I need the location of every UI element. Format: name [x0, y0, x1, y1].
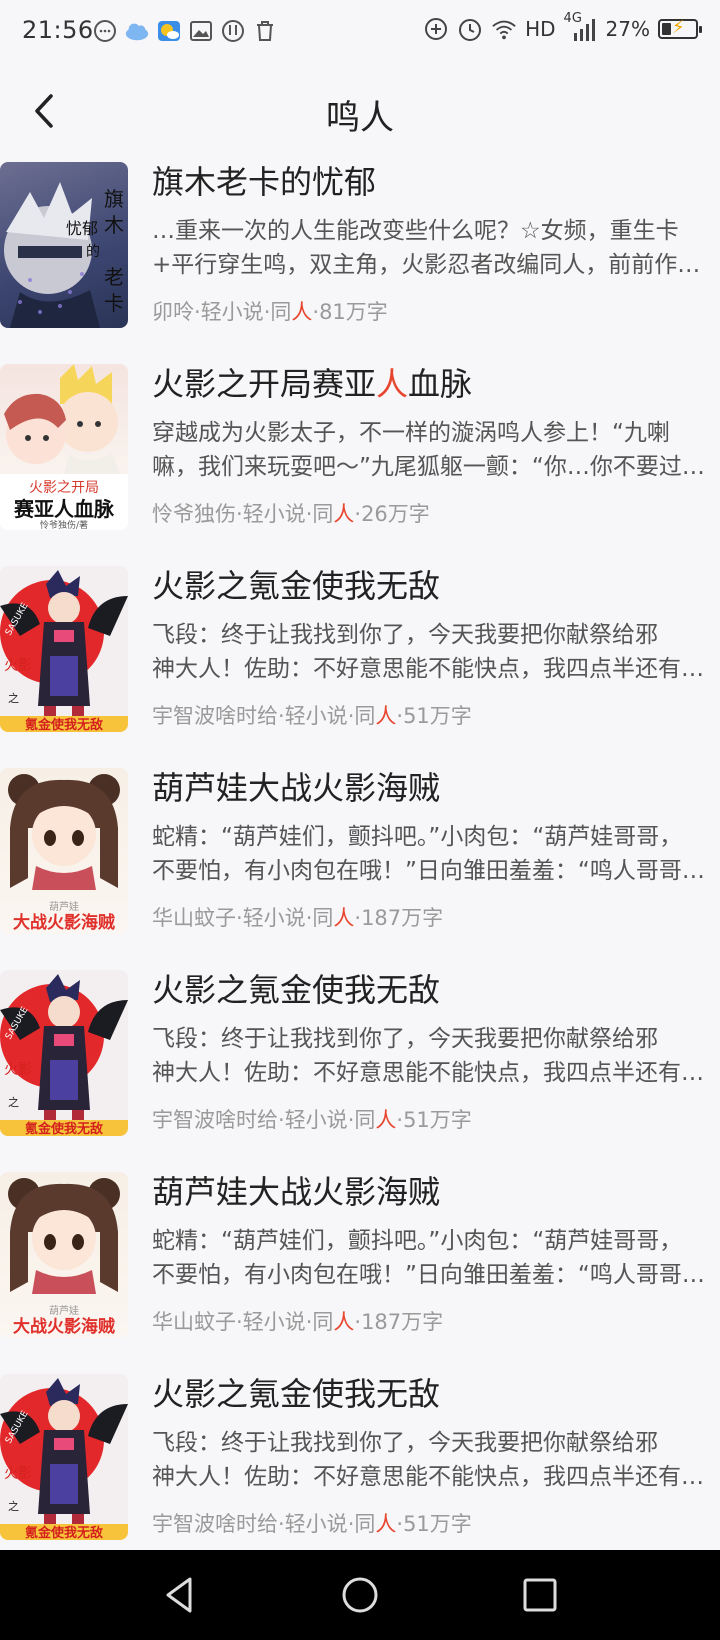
- cell-signal-icon: 4G: [564, 11, 598, 43]
- cover-text: 之: [8, 691, 19, 705]
- cover-text: 葫芦娃: [49, 1304, 79, 1317]
- book-description: 穿越成为火影太子，不一样的漩涡鸣人参上！“九喇 嘛，我们来玩耍吧～”九尾狐躯一颤…: [152, 420, 705, 480]
- download-icon: [220, 16, 246, 46]
- book-description: 飞段：终于让我找到你了，今天我要把你献祭给邪 神大人！佐助：不好意思能不能快点，…: [152, 1026, 704, 1086]
- book-list-item[interactable]: 氪金使我无敌 火影 之 SASUKE 火影之氪金使我无敌 飞段：终于让我找到你了…: [0, 564, 720, 766]
- triangle-back-icon: [166, 1577, 192, 1613]
- book-list-item[interactable]: 葫芦娃 大战火影海贼 葫芦娃大战火影海贼 蛇精：“葫芦娃们，颤抖吧。”小肉包：“…: [0, 766, 720, 968]
- book-list-item[interactable]: 旗 木 老 卡 的 忧郁 旗木老卡的忧郁 …重来一次的人生能改变些什么呢？☆女频…: [0, 160, 720, 362]
- square-recents-icon: [523, 1578, 557, 1612]
- system-nav-bar: [0, 1550, 720, 1640]
- book-meta: 华山蚊子·轻小说·同人·187万字: [152, 1310, 444, 1334]
- cover-text: 氪金使我无敌: [25, 1121, 103, 1136]
- cover-text: 卡: [104, 291, 124, 315]
- nav-recents-button[interactable]: [520, 1575, 560, 1615]
- nav-home-button[interactable]: [340, 1575, 380, 1615]
- charging-bolt-icon: ⚡: [672, 17, 685, 38]
- book-meta: 华山蚊子·轻小说·同人·187万字: [152, 906, 444, 930]
- status-bar: 21:56 HD 4G 27% ⚡: [0, 0, 720, 66]
- book-title[interactable]: 旗木老卡的忧郁: [152, 160, 720, 204]
- book-cover[interactable]: 旗 木 老 卡 的 忧郁: [0, 162, 128, 328]
- cover-text: 火影: [4, 658, 32, 674]
- book-description: 飞段：终于让我找到你了，今天我要把你献祭给邪 神大人！佐助：不好意思能不能快点，…: [152, 622, 704, 682]
- battery-percent: 27%: [605, 17, 650, 41]
- add-circle-icon: [423, 14, 449, 44]
- alarm-icon: [457, 14, 483, 44]
- cover-text: 怜爷独伤/著: [40, 519, 88, 530]
- cover-text: 氪金使我无敌: [25, 717, 103, 732]
- book-title[interactable]: 葫芦娃大战火影海贼: [152, 1170, 720, 1214]
- wifi-icon: [491, 14, 517, 44]
- cover-text: 的: [86, 244, 100, 260]
- book-cover[interactable]: 氪金使我无敌 火影 之 SASUKE: [0, 1374, 128, 1540]
- book-list-item[interactable]: 葫芦娃 大战火影海贼 葫芦娃大战火影海贼 蛇精：“葫芦娃们，颤抖吧。”小肉包：“…: [0, 1170, 720, 1372]
- book-title[interactable]: 火影之开局赛亚人血脉: [152, 362, 720, 406]
- circle-home-icon: [342, 1577, 378, 1613]
- book-list: 旗 木 老 卡 的 忧郁 旗木老卡的忧郁 …重来一次的人生能改变些什么呢？☆女频…: [0, 160, 720, 1574]
- cover-text: 大战火影海贼: [13, 912, 115, 933]
- book-description: 蛇精：“葫芦娃们，颤抖吧。”小肉包：“葫芦娃哥哥， 不要怕，有小肉包在哦！”日向…: [152, 1228, 705, 1288]
- book-cover[interactable]: 火影之开局 赛亚人血脉 怜爷独伤/著: [0, 364, 128, 530]
- battery-level: [662, 23, 671, 35]
- book-cover[interactable]: 葫芦娃 大战火影海贼: [0, 768, 128, 934]
- book-meta: 宇智波啥时给·轻小说·同人·51万字: [152, 1512, 472, 1536]
- cover-text: 火影: [4, 1062, 32, 1078]
- book-description: …重来一次的人生能改变些什么呢？☆女频，重生卡 +平行穿生鸣，双主角，火影忍者改…: [152, 218, 701, 278]
- notification-icons: [92, 16, 278, 46]
- cover-text: 大战火影海贼: [13, 1316, 115, 1337]
- book-title[interactable]: 火影之氪金使我无敌: [152, 564, 720, 608]
- cover-text: 旗: [104, 187, 124, 211]
- book-meta: 宇智波啥时给·轻小说·同人·51万字: [152, 704, 472, 728]
- cover-text: 之: [8, 1499, 19, 1513]
- cover-text: 之: [8, 1095, 19, 1109]
- chat-bubble-icon: [92, 16, 118, 46]
- book-cover[interactable]: 葫芦娃 大战火影海贼: [0, 1172, 128, 1338]
- system-icons: HD 4G 27% ⚡: [423, 11, 702, 44]
- weather-cloud-icon: [124, 16, 150, 46]
- cover-text: 氪金使我无敌: [25, 1525, 103, 1540]
- status-time: 21:56: [22, 16, 94, 44]
- book-description: 飞段：终于让我找到你了，今天我要把你献祭给邪 神大人！佐助：不好意思能不能快点，…: [152, 1430, 704, 1490]
- book-title[interactable]: 火影之氪金使我无敌: [152, 1372, 720, 1416]
- book-list-item[interactable]: 氪金使我无敌 火影 之 SASUKE 火影之氪金使我无敌 飞段：终于让我找到你了…: [0, 1372, 720, 1574]
- cover-text: 木: [104, 213, 124, 237]
- book-title[interactable]: 葫芦娃大战火影海贼: [152, 766, 720, 810]
- book-list-item[interactable]: 火影之开局 赛亚人血脉 怜爷独伤/著 火影之开局赛亚人血脉 穿越成为火影太子，不…: [0, 362, 720, 564]
- book-list-item[interactable]: 氪金使我无敌 火影 之 SASUKE 火影之氪金使我无敌 飞段：终于让我找到你了…: [0, 968, 720, 1170]
- book-cover[interactable]: 氪金使我无敌 火影 之 SASUKE: [0, 566, 128, 732]
- cover-text: 赛亚人血脉: [13, 497, 115, 521]
- cover-text: 火影: [4, 1466, 32, 1482]
- book-meta: 宇智波啥时给·轻小说·同人·51万字: [152, 1108, 472, 1132]
- cover-text: 火影之开局: [29, 480, 99, 496]
- image-icon: [188, 16, 214, 46]
- cover-text: 老: [104, 265, 124, 289]
- battery-icon: ⚡: [658, 17, 702, 39]
- book-meta: 怜爷独伤·轻小说·同人·26万字: [152, 502, 430, 526]
- page-title: 鸣人: [326, 98, 394, 138]
- weather-sun-icon: [156, 16, 182, 46]
- book-cover[interactable]: 氪金使我无敌 火影 之 SASUKE: [0, 970, 128, 1136]
- cover-text: 葫芦娃: [49, 900, 79, 913]
- trash-icon: [252, 16, 278, 46]
- book-meta: 卯呤·轻小说·同人·81万字: [152, 300, 388, 324]
- nav-back-button[interactable]: [160, 1575, 200, 1615]
- cover-text: 忧郁: [66, 219, 98, 238]
- book-title[interactable]: 火影之氪金使我无敌: [152, 968, 720, 1012]
- book-description: 蛇精：“葫芦娃们，颤抖吧。”小肉包：“葫芦娃哥哥， 不要怕，有小肉包在哦！”日向…: [152, 824, 705, 884]
- network-type: HD: [525, 17, 556, 41]
- top-bar: 鸣人: [0, 66, 720, 156]
